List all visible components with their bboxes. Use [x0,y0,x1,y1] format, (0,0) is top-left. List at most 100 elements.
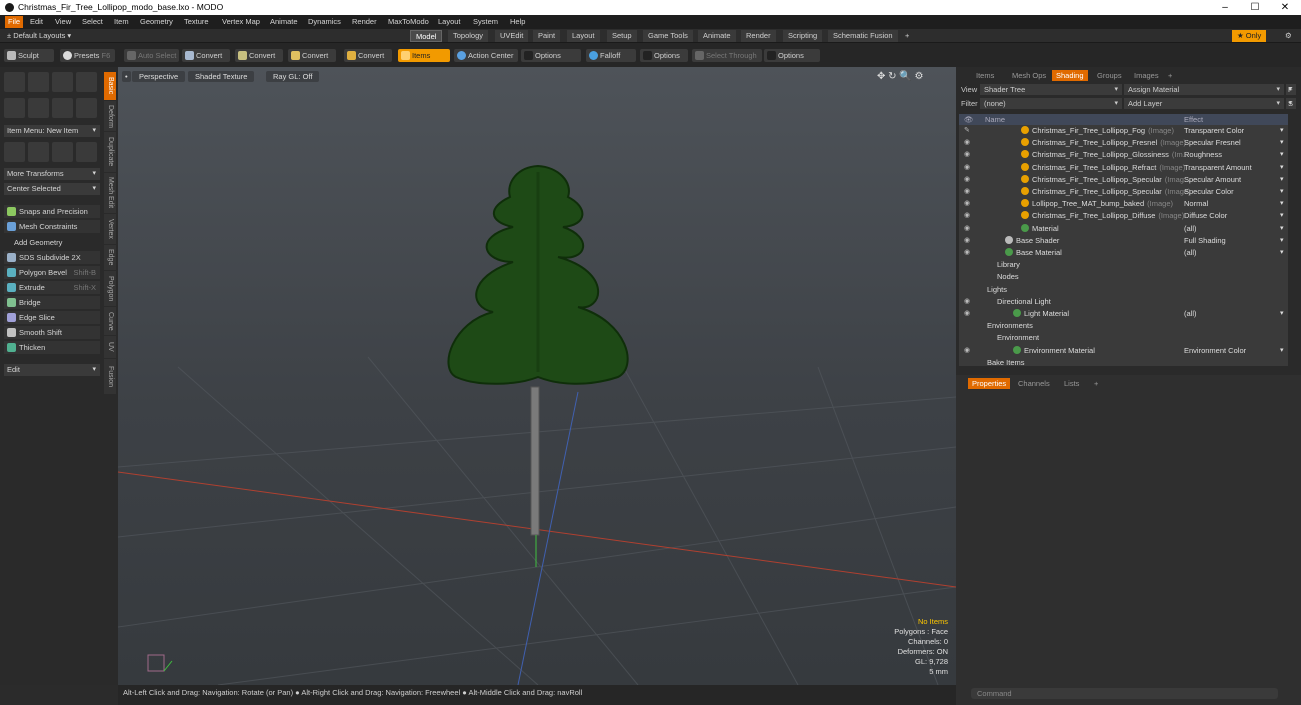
tab-uvedit[interactable]: UVEdit [495,30,529,42]
visibility-toggle-icon[interactable]: ✎ [964,125,972,137]
shader-tree-row[interactable]: Bake Items [959,357,1288,366]
menu-vertex-map[interactable]: Vertex Map [219,16,263,28]
shader-tree-row[interactable]: ◉ Christmas_Fir_Tree_Lollipop_Fresnel (Ima… [959,137,1288,149]
vtab-curve[interactable]: Curve [104,307,116,335]
capsule-icon[interactable] [28,98,49,118]
falloff-button[interactable]: Falloff [586,49,636,62]
effect-dropdown-icon[interactable]: ▾ [1280,235,1284,247]
shader-tree-row[interactable]: ◉ Directional Light [959,296,1288,308]
tab-items[interactable]: Items [972,70,998,81]
extrude-button[interactable]: Extrude Shift-X [4,281,100,294]
visibility-toggle-icon[interactable]: ◉ [964,137,972,149]
options-button-1[interactable]: Options [521,49,581,62]
tab-lists[interactable]: Lists [1060,378,1083,389]
convert-button-3[interactable]: Convert [288,49,336,62]
effect-dropdown-icon[interactable]: ▾ [1280,162,1284,174]
tab-mesh-ops[interactable]: Mesh Ops [1008,70,1050,81]
presets-button[interactable]: Presets F6 [60,49,115,62]
vtab-polygon[interactable]: Polygon [104,271,116,306]
effect-dropdown-icon[interactable]: ▾ [1280,345,1284,357]
vtab-mesh-edit[interactable]: Mesh Edit [104,173,116,213]
shader-tree-row[interactable]: ◉ Christmas_Fir_Tree_Lollipop_Diffuse (Ima… [959,210,1288,222]
shader-tree-row[interactable]: Environments [959,320,1288,332]
viewport-menu-button[interactable]: • [122,71,131,82]
menu-texture[interactable]: Texture [181,16,212,28]
tab-shading[interactable]: Shading [1052,70,1088,81]
edge-slice-button[interactable]: Edge Slice [4,311,100,324]
tab-topology[interactable]: Topology [448,30,489,42]
cylinder-icon[interactable] [52,72,73,92]
vtab-fusion[interactable]: Fusion [104,359,116,394]
options-button-2[interactable]: Options [640,49,688,62]
wedge-icon[interactable] [52,98,73,118]
scale-icon[interactable] [52,142,73,162]
options-button-3[interactable]: Options [764,49,820,62]
sphere-icon[interactable] [28,72,49,92]
shader-tree-row[interactable]: ◉ Christmas_Fir_Tree_Lollipop_Specular (Im… [959,186,1288,198]
view-dropdown[interactable]: Shader Tree [980,84,1122,95]
row-effect[interactable]: Specular Amount [1184,174,1241,186]
convert-button-4[interactable]: Convert [344,49,392,62]
menu-item[interactable]: Item [111,16,132,28]
row-effect[interactable]: (all) [1184,247,1197,259]
effect-dropdown-icon[interactable]: ▾ [1280,186,1284,198]
menu-select[interactable]: Select [79,16,106,28]
add-geometry-header[interactable]: Add Geometry [4,236,100,249]
tab-groups[interactable]: Groups [1093,70,1126,81]
thicken-button[interactable]: Thicken [4,341,100,354]
menu-render[interactable]: Render [349,16,380,28]
action-center-button[interactable]: Action Center [454,49,518,62]
vtab-basic[interactable]: Basic [104,72,116,100]
tab-setup[interactable]: Setup [607,30,637,42]
effect-dropdown-icon[interactable]: ▾ [1280,223,1284,235]
visibility-toggle-icon[interactable]: ◉ [964,296,972,308]
vtab-edge[interactable]: Edge [104,245,116,270]
cone-icon[interactable] [76,72,97,92]
visibility-toggle-icon[interactable]: ◉ [964,210,972,222]
tab-properties[interactable]: Properties [968,378,1011,389]
tab-game-tools[interactable]: Game Tools [643,30,693,42]
visibility-toggle-icon[interactable]: ◉ [964,247,972,259]
row-effect[interactable]: Normal [1184,198,1208,210]
move-icon[interactable] [4,142,25,162]
f-button[interactable]: F [1286,84,1296,95]
menu-layout[interactable]: Layout [435,16,464,28]
vtab-deform[interactable]: Deform [104,101,116,131]
menu-edit[interactable]: Edit [27,16,46,28]
center-selected-dropdown[interactable]: Center Selected [4,183,100,195]
convert-button-1[interactable]: Convert [182,49,230,62]
item-menu-dropdown[interactable]: Item Menu: New Item [4,125,100,137]
col-effect-header[interactable]: Effect [1184,114,1203,125]
tab-channels[interactable]: Channels [1014,378,1054,389]
effect-dropdown-icon[interactable]: ▾ [1280,174,1284,186]
add-tab-button[interactable]: + [900,30,914,42]
tab-paint[interactable]: Paint [533,30,561,42]
transform-icon[interactable] [76,142,97,162]
tab-render[interactable]: Render [741,30,776,42]
effect-dropdown-icon[interactable]: ▾ [1280,308,1284,320]
effect-dropdown-icon[interactable]: ▾ [1280,198,1284,210]
shader-tree-row[interactable]: ◉ Christmas_Fir_Tree_Lollipop_Glossiness(… [959,149,1288,161]
assign-material-dropdown[interactable]: Assign Material [1124,84,1284,95]
smooth-shift-button[interactable]: Smooth Shift [4,326,100,339]
default-layouts-dropdown[interactable]: ± Default Layouts ▾ [4,30,74,42]
visibility-toggle-icon[interactable]: ◉ [964,174,972,186]
visibility-toggle-icon[interactable]: ◉ [964,308,972,320]
shader-tree-row[interactable]: Environment [959,332,1288,344]
visibility-toggle-icon[interactable]: ◉ [964,223,972,235]
add-panel-tab[interactable]: + [1164,70,1176,81]
shader-tree-row[interactable]: ◉ Base Shader Full Shading ▾ [959,235,1288,247]
shader-tree-row[interactable]: ✎ Christmas_Fir_Tree_Lollipop_Fog (Image) T… [959,125,1288,137]
shader-tree-row[interactable]: Nodes [959,271,1288,283]
maximize-button[interactable]: ☐ [1240,0,1270,15]
cube-icon[interactable] [4,72,25,92]
effect-dropdown-icon[interactable]: ▾ [1280,125,1284,137]
perspective-dropdown[interactable]: Perspective [132,71,186,82]
row-effect[interactable]: Transparent Amount [1184,162,1252,174]
rotate-icon[interactable] [28,142,49,162]
menu-maxtomodo[interactable]: MaxToModo [385,16,432,28]
convert-button-2[interactable]: Convert [235,49,283,62]
visibility-toggle-icon[interactable]: ◉ [964,235,972,247]
select-through-button[interactable]: Select Through [692,49,762,62]
tab-animate[interactable]: Animate [698,30,736,42]
